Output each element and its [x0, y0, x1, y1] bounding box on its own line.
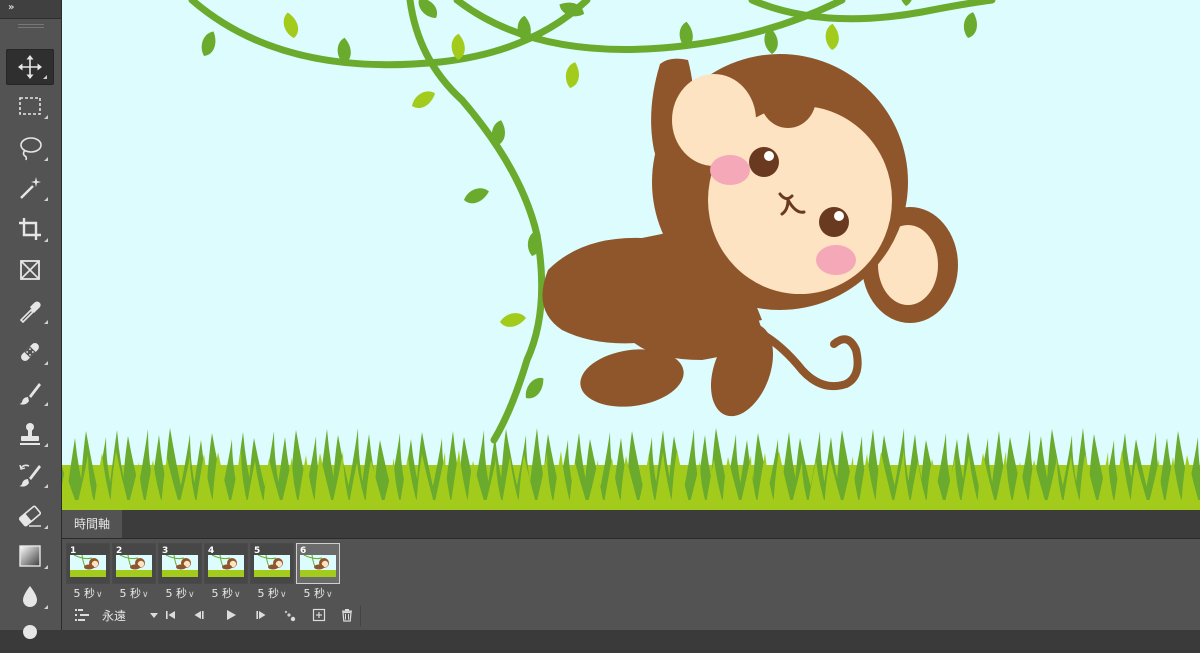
previous-frame-button[interactable] — [188, 603, 210, 627]
chevron-down-icon: ∨ — [187, 590, 195, 600]
controls-divider — [360, 606, 361, 626]
timeline-panel: 時間軸 1 5 秒∨ 2 5 秒∨ 3 5 秒∨ 4 5 秒∨ 5 5 秒∨ 6… — [62, 510, 1200, 630]
video-timeline-icon — [75, 609, 89, 621]
crop-icon — [19, 218, 41, 240]
delete-frame-button[interactable] — [336, 603, 358, 627]
frame-thumbnail — [116, 555, 152, 577]
frame-delay-value: 5 秒 — [257, 587, 279, 600]
frame-delay-value: 5 秒 — [73, 587, 95, 600]
frame-delay[interactable]: 5 秒∨ — [66, 587, 110, 601]
next-frame-button[interactable] — [250, 603, 272, 627]
frame-delay[interactable]: 5 秒∨ — [204, 587, 248, 601]
next-frame-icon — [256, 611, 266, 619]
frame-delay-value: 5 秒 — [303, 587, 325, 600]
frame-thumbnail — [162, 555, 198, 577]
eraser-icon — [18, 505, 42, 527]
frame-thumbnail — [70, 555, 106, 577]
first-frame-icon — [166, 611, 175, 619]
frame-delay[interactable]: 5 秒∨ — [112, 587, 156, 601]
gradient-tool[interactable] — [6, 538, 54, 574]
bandage-icon — [21, 343, 39, 361]
frame-thumbnail — [208, 555, 244, 577]
healing-brush-tool[interactable] — [6, 334, 54, 370]
marquee-icon — [19, 97, 41, 115]
chevron-down-icon: ∨ — [325, 590, 333, 600]
tween-button[interactable] — [278, 603, 300, 627]
clone-stamp-tool[interactable] — [6, 416, 54, 452]
document-canvas[interactable] — [62, 0, 1200, 510]
tools-panel-header: » — [0, 0, 61, 19]
frame-thumbnail-box[interactable]: 3 — [158, 543, 202, 584]
frame-thumbnail-box[interactable]: 6 — [296, 543, 340, 584]
lasso-tool[interactable] — [6, 130, 54, 166]
brush-icon — [19, 383, 41, 405]
animation-frame-selected[interactable]: 6 5 秒∨ — [296, 543, 340, 601]
dodge-tool[interactable] — [6, 617, 54, 653]
brush-tool[interactable] — [6, 375, 54, 411]
lasso-icon — [20, 137, 42, 161]
frame-delay[interactable]: 5 秒∨ — [250, 587, 294, 601]
play-button[interactable] — [220, 603, 242, 627]
duplicate-frame-button[interactable] — [308, 603, 330, 627]
frame-delay-value: 5 秒 — [119, 587, 141, 600]
tween-icon — [284, 610, 296, 622]
animation-frame[interactable]: 2 5 秒∨ — [112, 543, 156, 601]
frame-tool[interactable] — [6, 252, 54, 288]
timeline-tab-bar: 時間軸 — [62, 510, 1200, 539]
play-icon — [227, 610, 236, 620]
frame-delay-value: 5 秒 — [165, 587, 187, 600]
frame-delay-value: 5 秒 — [211, 587, 233, 600]
history-brush-icon — [19, 464, 41, 487]
frame-icon — [20, 260, 40, 280]
rectangular-marquee-tool[interactable] — [6, 88, 54, 124]
frame-thumbnail — [254, 555, 290, 577]
stamp-icon — [20, 423, 40, 445]
chevron-down-icon: ∨ — [279, 590, 287, 600]
frame-thumbnail — [300, 555, 336, 577]
animation-frame[interactable]: 5 5 秒∨ — [250, 543, 294, 601]
timeline-controls: 永遠 — [62, 603, 1200, 627]
eraser-tool[interactable] — [6, 498, 54, 534]
tools-panel: » — [0, 0, 62, 639]
gradient-icon — [19, 545, 41, 567]
history-brush-tool[interactable] — [6, 457, 54, 493]
loop-option-label: 永遠 — [102, 608, 127, 623]
convert-to-video-timeline-button[interactable] — [70, 603, 94, 627]
eyedropper-icon — [19, 301, 41, 324]
monkey-artwork — [62, 0, 1200, 510]
frame-thumbnail-box[interactable]: 2 — [112, 543, 156, 584]
dodge-icon — [23, 625, 37, 639]
frame-delay[interactable]: 5 秒∨ — [296, 587, 340, 601]
first-frame-button[interactable] — [160, 603, 182, 627]
loop-options-dropdown[interactable]: 永遠 — [102, 603, 158, 627]
chevron-down-icon: ∨ — [233, 590, 241, 600]
blur-tool[interactable] — [6, 578, 54, 614]
panel-grip[interactable] — [0, 24, 61, 30]
previous-frame-icon — [194, 611, 204, 619]
drop-icon — [23, 586, 37, 607]
animation-frame[interactable]: 1 5 秒∨ — [66, 543, 110, 601]
move-tool[interactable] — [6, 49, 54, 85]
animation-frame[interactable]: 3 5 秒∨ — [158, 543, 202, 601]
timeline-tab[interactable]: 時間軸 — [62, 510, 123, 538]
collapse-panel-icon[interactable]: » — [8, 2, 15, 14]
new-frame-icon — [312, 608, 326, 622]
move-icon — [18, 55, 42, 79]
crop-tool[interactable] — [6, 211, 54, 247]
chevron-down-icon: ∨ — [141, 590, 149, 600]
caret-down-icon — [150, 613, 158, 618]
animation-frame[interactable]: 4 5 秒∨ — [204, 543, 248, 601]
trash-icon — [342, 609, 352, 622]
frame-delay[interactable]: 5 秒∨ — [158, 587, 202, 601]
frame-thumbnail-box[interactable]: 1 — [66, 543, 110, 584]
chevron-down-icon: ∨ — [95, 590, 103, 600]
frame-thumbnail-box[interactable]: 5 — [250, 543, 294, 584]
magic-wand-tool[interactable] — [6, 170, 54, 206]
frame-thumbnail-box[interactable]: 4 — [204, 543, 248, 584]
eyedropper-tool[interactable] — [6, 293, 54, 329]
magic-wand-icon — [20, 177, 41, 199]
